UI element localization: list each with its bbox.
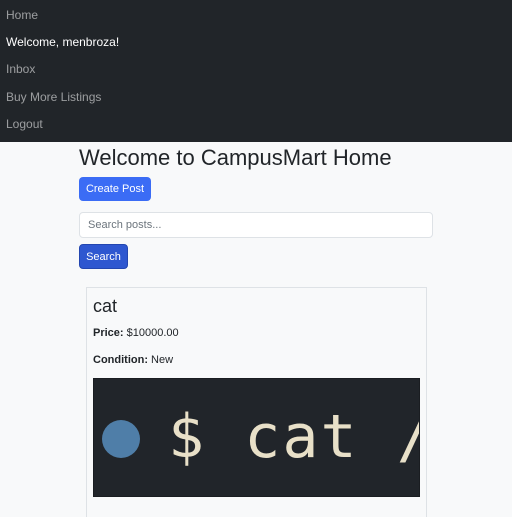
nav-home-link[interactable]: Home [6, 8, 38, 22]
nav-inbox-link[interactable]: Inbox [6, 62, 35, 76]
nav-logout-link[interactable]: Logout [6, 117, 43, 131]
post-image: $ cat / [93, 378, 420, 497]
post-condition-label: Condition: [93, 354, 148, 366]
post-title: cat [93, 296, 118, 316]
terminal-dot-icon [102, 420, 140, 458]
post-condition: Condition: New [93, 353, 173, 367]
create-post-button[interactable]: Create Post [79, 177, 151, 201]
nav-welcome-text: Welcome, menbroza! [6, 35, 120, 49]
post-price: Price: $10000.00 [93, 326, 179, 340]
post-condition-value: New [151, 354, 174, 366]
post-card[interactable]: cat Price: $10000.00 Condition: New $ ca… [86, 287, 427, 517]
post-price-value: $10000.00 [126, 327, 179, 339]
nav-buy-listings-link[interactable]: Buy More Listings [6, 90, 101, 104]
search-button[interactable]: Search [79, 244, 128, 269]
page-title: Welcome to CampusMart Home [79, 145, 392, 170]
navbar: Home Welcome, menbroza! Inbox Buy More L… [0, 0, 512, 142]
post-price-label: Price: [93, 327, 124, 339]
post-image-text: $ cat / [168, 402, 420, 472]
main-content: Welcome to CampusMart Home Create Post S… [0, 142, 512, 517]
search-input[interactable] [79, 212, 433, 238]
